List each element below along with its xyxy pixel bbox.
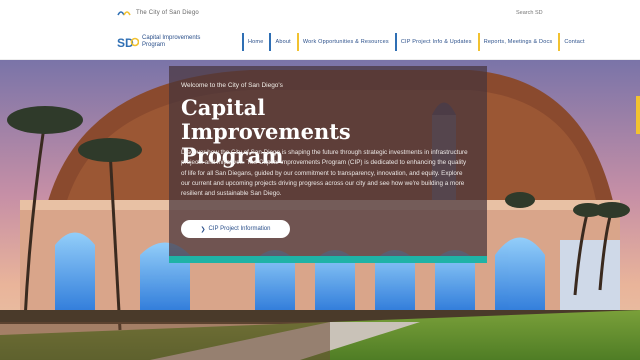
hero-description: Discover how the City of San Diego is sh… [181, 149, 468, 198]
nav-work-opportunities[interactable]: Work Opportunities & Resources [296, 33, 395, 51]
nav-reports[interactable]: Reports, Meetings & Docs [477, 33, 559, 51]
hero-accent-band [169, 256, 487, 263]
site-header: SD Capital Improvements Program Home Abo… [0, 27, 640, 60]
nav-project-info[interactable]: CIP Project Info & Updates [394, 33, 478, 51]
hero-section: Welcome to the City of San Diego's Capit… [0, 60, 640, 360]
arrow-right-icon: ❯ [200, 226, 206, 233]
nav-about[interactable]: About [269, 33, 296, 51]
utility-bar: The City of San Diego Search SD [0, 0, 640, 27]
city-seal-icon[interactable] [117, 8, 131, 18]
nav-home[interactable]: Home [242, 33, 269, 51]
site-name: Capital Improvements Program [142, 35, 201, 48]
hero-eyebrow: Welcome to the City of San Diego's [181, 82, 283, 89]
site-brand[interactable]: SD Capital Improvements Program [117, 33, 224, 51]
feedback-tab[interactable] [636, 96, 640, 134]
cip-logo-icon: SD [117, 36, 139, 50]
city-name-link[interactable]: The City of San Diego [136, 10, 199, 16]
search-link[interactable]: Search SD [516, 10, 543, 16]
cta-label: CIP Project Information [208, 226, 271, 232]
nav-contact[interactable]: Contact [558, 33, 590, 51]
main-nav: Home About Work Opportunities & Resource… [242, 33, 591, 51]
cip-project-info-button[interactable]: ❯ CIP Project Information [181, 220, 290, 238]
